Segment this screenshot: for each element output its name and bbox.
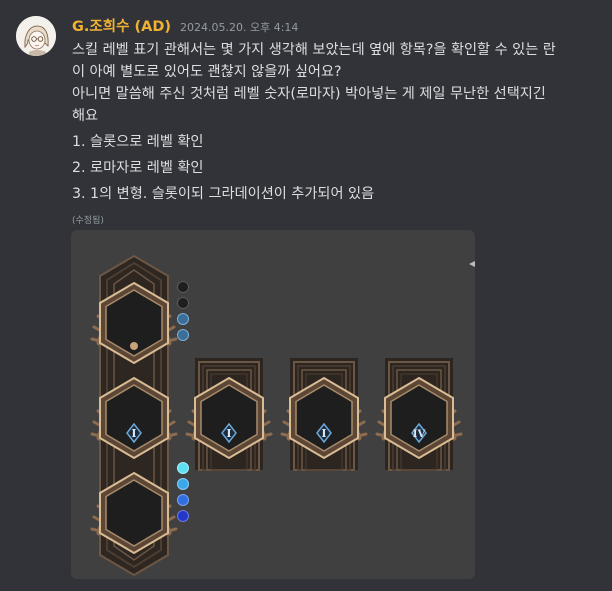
- list-item: 3. 1의 변형. 슬롯이되 그라데이션이 추가되어 있음: [72, 186, 375, 202]
- edited-label: (수정됨): [72, 216, 104, 226]
- roman-numeral: IV: [413, 429, 426, 440]
- username[interactable]: G.조희수 (AD): [72, 15, 171, 36]
- message-line: 해요: [72, 108, 99, 124]
- roman-variant-2: I: [282, 357, 366, 471]
- message-content: 스킬 레벨 표기 관해서는 몇 가지 생각해 보았는데 옆에 항목?을 확인할 …: [72, 39, 592, 205]
- roman-numeral: I: [131, 427, 136, 440]
- message-header: G.조희수 (AD) 2024.05.20. 오후 4:14: [72, 15, 298, 35]
- slot-gem: [130, 342, 138, 350]
- roman-variant-3: IV: [377, 357, 461, 471]
- slot-dots-dark: [177, 281, 189, 341]
- user-avatar[interactable]: [16, 16, 56, 56]
- skill-level-mockup: I I I IV: [71, 254, 475, 577]
- message-line: 스킬 레벨 표기 관해서는 몇 가지 생각해 보았는데 옆에 항목?을 확인할 …: [72, 42, 556, 58]
- message-line: 이 아예 별도로 있어도 괜찮지 않을까 싶어요?: [72, 64, 342, 80]
- timestamp[interactable]: 2024.05.20. 오후 4:14: [180, 19, 298, 35]
- roman-variant-1: I: [187, 357, 271, 471]
- edge-marker: [469, 261, 475, 267]
- list-item: 2. 로마자로 레벨 확인: [72, 160, 204, 176]
- slot-dots-gradient: [177, 462, 189, 522]
- roman-numeral: I: [226, 427, 231, 440]
- message-line: 아니면 말씀해 주신 것처럼 레벨 숫자(로마자) 박아넣는 게 제일 무난한 …: [72, 86, 546, 102]
- avatar-illustration: [16, 16, 56, 56]
- list-item: 1. 슬롯으로 레벨 확인: [72, 134, 204, 150]
- roman-numeral: I: [321, 427, 326, 440]
- image-attachment[interactable]: I I I IV: [71, 230, 475, 579]
